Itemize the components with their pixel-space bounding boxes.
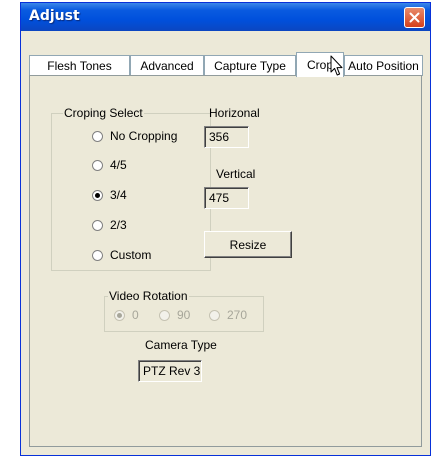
radio-button-icon: [92, 130, 103, 142]
radio-label: 4/5: [110, 158, 127, 172]
radio-rotation-270[interactable]: 270: [209, 308, 247, 322]
tab-flesh-tones[interactable]: Flesh Tones: [29, 55, 130, 76]
video-rotation-group: Video Rotation 0 90 270: [104, 289, 264, 332]
radio-label: 3/4: [110, 188, 127, 202]
camera-type-value: PTZ Rev 3: [143, 364, 201, 378]
mouse-pointer-icon: [330, 55, 343, 80]
close-icon: [409, 12, 420, 23]
radio-label: 0: [132, 308, 139, 322]
radio-2-3[interactable]: 2/3: [92, 218, 127, 232]
video-rotation-label: Video Rotation: [108, 289, 189, 303]
radio-label: Custom: [110, 248, 152, 262]
radio-label: 90: [177, 308, 191, 322]
resize-button-label: Resize: [229, 237, 267, 252]
vertical-value-field[interactable]: 475: [204, 187, 249, 209]
cropping-select-group: Croping Select No Cropping 4/5 3/4 2/3 C…: [51, 106, 211, 271]
horizontal-value: 356: [209, 130, 230, 144]
title-bar[interactable]: Adjust: [21, 3, 430, 31]
adjust-dialog: Adjust Flesh Tones Advanced Capture Type…: [20, 2, 431, 456]
horizontal-value-field[interactable]: 356: [204, 126, 249, 148]
horizontal-label: Horizonal: [209, 106, 260, 120]
radio-4-5[interactable]: 4/5: [92, 158, 127, 172]
radio-label: 2/3: [110, 218, 127, 232]
tab-advanced[interactable]: Advanced: [130, 55, 204, 76]
radio-button-icon: [92, 219, 103, 231]
radio-rotation-0[interactable]: 0: [114, 308, 139, 322]
close-button[interactable]: [404, 7, 425, 28]
radio-label: No Cropping: [110, 129, 178, 143]
radio-button-icon: [209, 309, 220, 321]
crop-tab-panel: Croping Select No Cropping 4/5 3/4 2/3 C…: [29, 75, 422, 447]
tab-label: Auto Position: [348, 59, 419, 73]
camera-type-field: PTZ Rev 3: [138, 360, 202, 382]
tab-label: Flesh Tones: [47, 59, 112, 73]
tab-capture-type[interactable]: Capture Type: [204, 55, 296, 76]
radio-no-cropping[interactable]: No Cropping: [92, 129, 177, 143]
cropping-select-label: Croping Select: [63, 106, 144, 120]
radio-button-icon: [114, 309, 125, 321]
window-title: Adjust: [29, 8, 80, 24]
radio-3-4[interactable]: 3/4: [92, 188, 127, 202]
radio-button-icon: [92, 249, 103, 261]
vertical-label: Vertical: [216, 167, 256, 181]
radio-button-icon: [92, 189, 103, 201]
tab-auto-position[interactable]: Auto Position: [344, 55, 423, 76]
camera-type-label: Camera Type: [145, 338, 217, 352]
radio-label: 270: [227, 308, 248, 322]
radio-custom[interactable]: Custom: [92, 248, 151, 262]
radio-button-icon: [159, 309, 170, 321]
tab-label: Capture Type: [214, 59, 286, 73]
radio-rotation-90[interactable]: 90: [159, 308, 190, 322]
radio-button-icon: [92, 159, 103, 171]
tab-label: Advanced: [140, 59, 194, 73]
vertical-value: 475: [209, 191, 230, 205]
resize-button[interactable]: Resize: [204, 231, 292, 258]
